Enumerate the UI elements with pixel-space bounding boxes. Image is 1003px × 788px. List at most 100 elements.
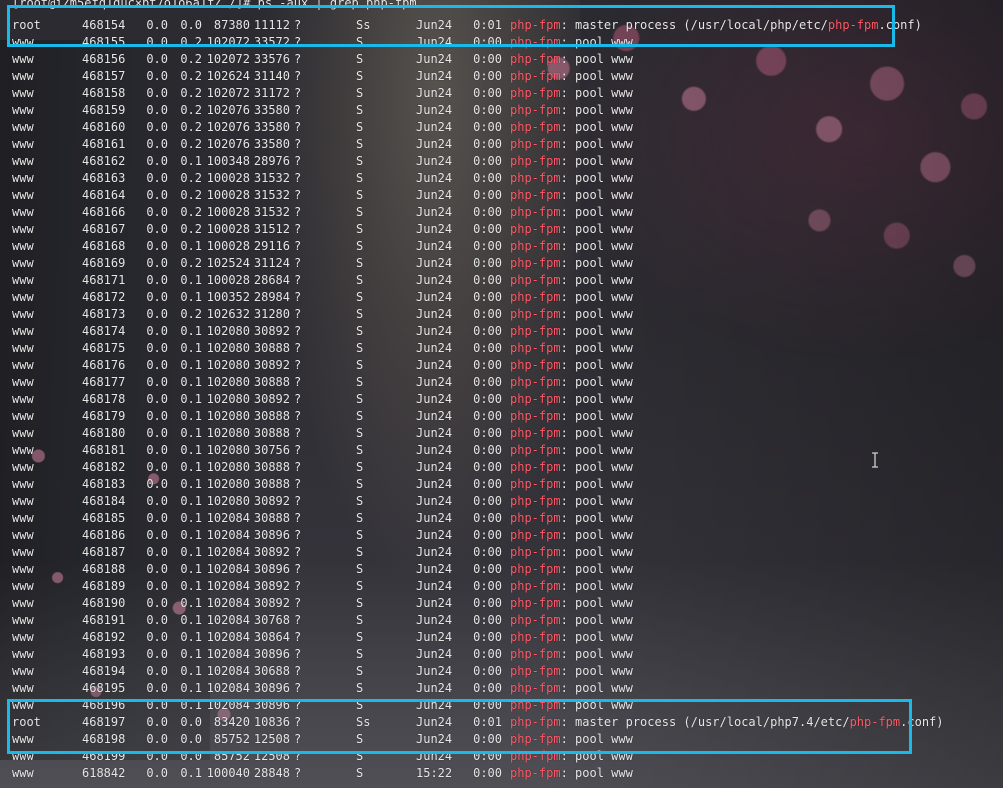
- process-start: Jun24: [416, 171, 453, 185]
- process-row: www 468168 0.0 0.1 100028 29116? S Jun24 0:00 php…: [12, 238, 992, 255]
- process-tty: ?: [294, 681, 302, 695]
- process-row: www 468179 0.0 0.1 102080 30888? S Jun24 0:00 php…: [12, 408, 992, 425]
- process-cpu: 0.0: [146, 477, 168, 491]
- process-tty: ?: [294, 426, 302, 440]
- process-rss: 30688: [253, 664, 290, 678]
- process-vsz: 102080: [206, 341, 250, 355]
- process-mem: 0.1: [180, 273, 202, 287]
- process-row: www 468164 0.0 0.2 100028 31532? S Jun24 0:00 php…: [12, 187, 992, 204]
- process-vsz: 100352: [206, 290, 250, 304]
- process-time: 0:00: [473, 443, 502, 457]
- process-vsz: 85752: [213, 749, 250, 763]
- process-command: php-fpm: pool www: [502, 323, 633, 340]
- process-vsz: 102080: [206, 358, 250, 372]
- process-pid: 468186: [82, 528, 126, 542]
- process-command-text: : pool www: [560, 188, 633, 202]
- process-command-text: : pool www: [560, 630, 633, 644]
- process-row: www 468198 0.0 0.0 85752 12508? S Jun24 0:00 php-…: [12, 731, 992, 748]
- process-pid: 468198: [82, 732, 126, 746]
- process-mem: 0.2: [180, 103, 202, 117]
- process-tty: ?: [294, 324, 302, 338]
- grep-match: php-fpm: [827, 18, 879, 32]
- process-stat: S: [356, 630, 364, 644]
- process-tty: ?: [294, 528, 302, 542]
- process-pid: 468177: [82, 375, 126, 389]
- process-user: www: [12, 749, 34, 763]
- process-rss: 30892: [253, 358, 290, 372]
- process-rss: 12508: [253, 749, 290, 763]
- process-pid: 468183: [82, 477, 126, 491]
- process-time: 0:00: [473, 171, 502, 185]
- process-mem: 0.1: [180, 630, 202, 644]
- process-command: php-fpm: pool www: [502, 731, 633, 748]
- terminal-output[interactable]: [root@iZm5efq1duc×bt7o1o6a1fZ /]# ps -au…: [12, 0, 992, 788]
- process-start: Jun24: [416, 239, 453, 253]
- process-time: 0:00: [473, 392, 502, 406]
- process-command-text: : pool www: [560, 698, 633, 712]
- process-rss: 30888: [253, 460, 290, 474]
- process-mem: 0.1: [180, 579, 202, 593]
- process-command-text: : pool www: [560, 358, 633, 372]
- process-start: Jun24: [416, 613, 453, 627]
- grep-match: php-fpm: [510, 239, 561, 253]
- process-stat: S: [356, 511, 364, 525]
- process-cpu: 0.0: [146, 579, 168, 593]
- process-stat: S: [356, 137, 364, 151]
- process-vsz: 100028: [206, 273, 250, 287]
- process-pid: 468178: [82, 392, 126, 406]
- process-vsz: 102076: [206, 137, 250, 151]
- process-command-text: : pool www: [560, 749, 633, 763]
- process-tty: ?: [294, 256, 302, 270]
- process-row: www 468166 0.0 0.2 100028 31532? S Jun24 0:00 php…: [12, 204, 992, 221]
- process-pid: 468157: [82, 69, 126, 83]
- process-vsz: 102084: [206, 528, 250, 542]
- process-command-text: : pool www: [560, 35, 633, 49]
- process-user: www: [12, 120, 34, 134]
- process-mem: 0.1: [180, 511, 202, 525]
- process-time: 0:00: [473, 35, 502, 49]
- grep-match: php-fpm: [510, 647, 561, 661]
- text-cursor-icon: [871, 452, 879, 468]
- process-time: 0:00: [473, 341, 502, 355]
- grep-match: php-fpm: [510, 715, 561, 729]
- process-stat: S: [356, 205, 364, 219]
- process-time: 0:00: [473, 358, 502, 372]
- process-rss: 30896: [253, 698, 290, 712]
- process-mem: 0.2: [180, 35, 202, 49]
- process-start: Jun24: [416, 358, 453, 372]
- process-tty: ?: [294, 103, 302, 117]
- grep-match: php-fpm: [510, 528, 561, 542]
- process-user: www: [12, 324, 34, 338]
- process-tty: ?: [294, 290, 302, 304]
- process-stat: S: [356, 222, 364, 236]
- process-rss: 30888: [253, 341, 290, 355]
- process-command-text: : pool www: [560, 545, 633, 559]
- process-stat: S: [356, 681, 364, 695]
- process-tty: ?: [294, 579, 302, 593]
- process-start: Jun24: [416, 732, 453, 746]
- process-cpu: 0.0: [146, 358, 168, 372]
- process-vsz: 102080: [206, 392, 250, 406]
- process-tty: ?: [294, 137, 302, 151]
- process-vsz: 102084: [206, 630, 250, 644]
- process-start: Jun24: [416, 273, 453, 287]
- grep-match: php-fpm: [510, 137, 561, 151]
- process-command: php-fpm: pool www: [502, 306, 633, 323]
- process-tty: ?: [294, 749, 302, 763]
- process-tty: ?: [294, 69, 302, 83]
- process-user: www: [12, 426, 34, 440]
- process-user: www: [12, 341, 34, 355]
- process-command-text: : pool www: [560, 205, 633, 219]
- process-rss: 33580: [253, 103, 290, 117]
- grep-match: php-fpm: [510, 103, 561, 117]
- process-row: www 468158 0.0 0.2 102072 31172? S Jun24 0:00 php…: [12, 85, 992, 102]
- process-tty: ?: [294, 732, 302, 746]
- process-pid: 468199: [82, 749, 126, 763]
- process-pid: 468179: [82, 409, 126, 423]
- process-pid: 468184: [82, 494, 126, 508]
- process-tty: ?: [294, 52, 302, 66]
- grep-match: php-fpm: [510, 562, 561, 576]
- process-cpu: 0.0: [146, 375, 168, 389]
- process-tty: ?: [294, 494, 302, 508]
- process-cpu: 0.0: [146, 630, 168, 644]
